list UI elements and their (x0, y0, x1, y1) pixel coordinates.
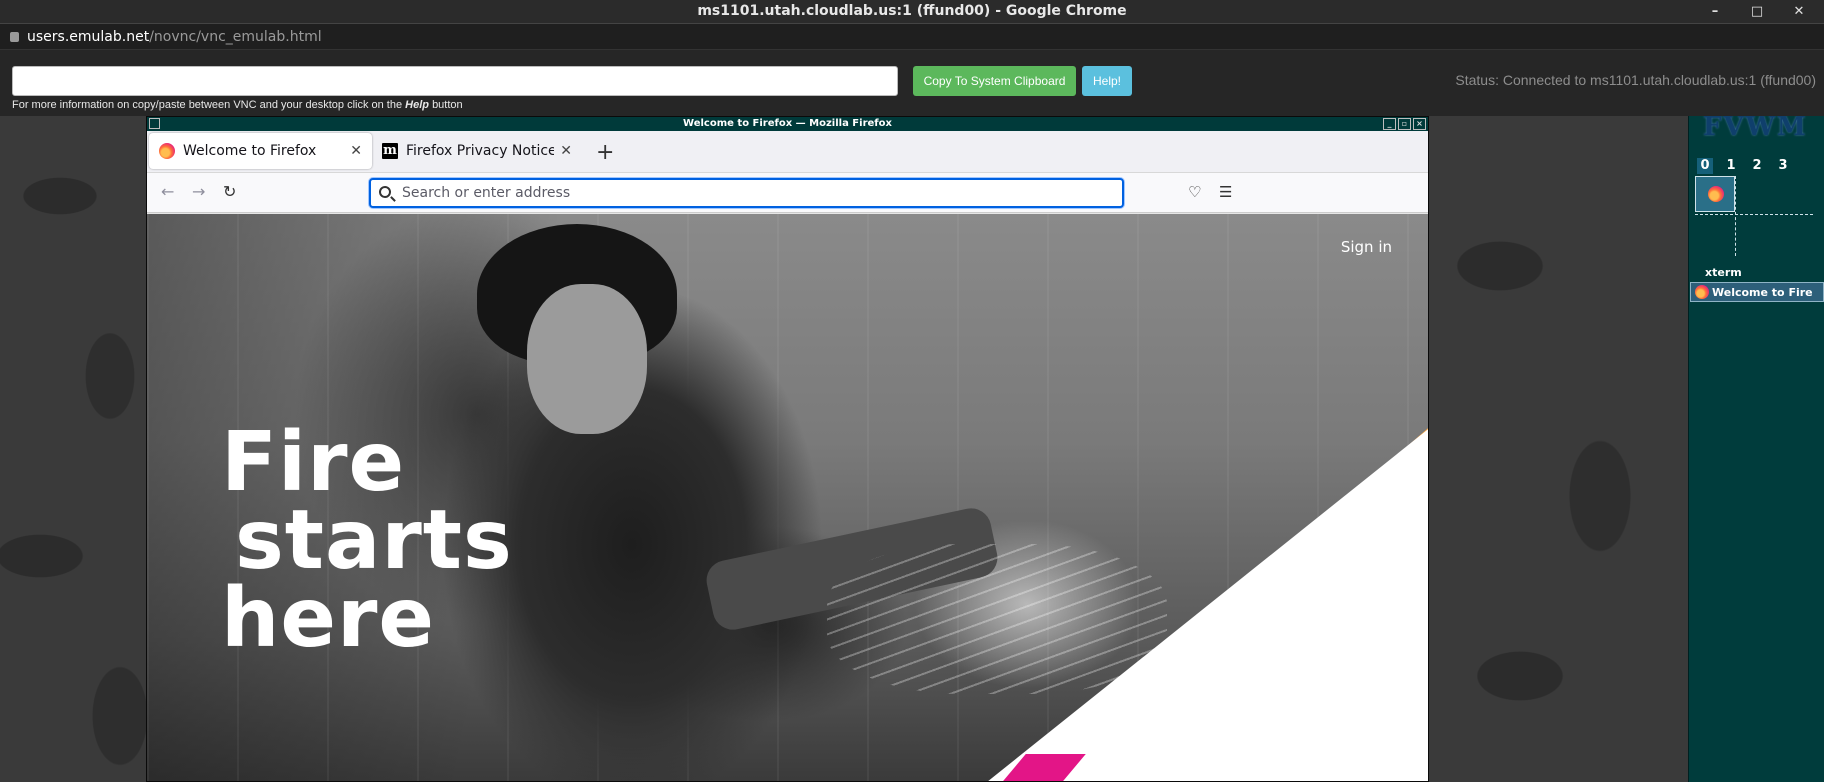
iconify-icon[interactable]: _ (1383, 118, 1396, 130)
headline-line-1: Fire (221, 415, 406, 510)
vnc-status-text: Status: Connected to ms1101.utah.cloudla… (1455, 72, 1816, 88)
lock-icon (10, 32, 19, 42)
firefox-window-titlebar[interactable]: Welcome to Firefox — Mozilla Firefox _ ▫… (147, 117, 1428, 131)
window-list-item-xterm[interactable]: xterm (1705, 266, 1742, 279)
search-icon (379, 186, 391, 198)
firefox-window-controls: _ ▫ × (1383, 118, 1426, 130)
pager[interactable] (1695, 176, 1819, 258)
maximize-icon[interactable]: □ (1750, 1, 1764, 23)
sign-in-link[interactable]: Sign in (1341, 238, 1392, 256)
address-bar-placeholder: Search or enter address (402, 185, 571, 201)
desk-3[interactable]: 3 (1775, 158, 1791, 174)
copy-to-clipboard-button[interactable]: Copy To System Clipboard (913, 66, 1076, 96)
vnc-clipboard-input[interactable] (12, 66, 898, 96)
vnc-info-help-word: Help (405, 99, 429, 111)
remote-desktop[interactable]: Welcome to Firefox — Mozilla Firefox _ ▫… (0, 116, 1824, 782)
window-controls: – □ ✕ (1708, 0, 1806, 24)
url-path: /novnc/vnc_emulab.html (149, 29, 322, 45)
tab-welcome-to-firefox[interactable]: Welcome to Firefox ✕ (149, 133, 372, 169)
close-tab-icon[interactable]: ✕ (350, 143, 362, 159)
firefox-icon (1695, 285, 1709, 299)
minimize-icon[interactable]: – (1708, 1, 1722, 23)
mozilla-m-icon: m (382, 143, 398, 159)
chrome-window-title: ms1101.utah.cloudlab.us:1 (ffund00) - Go… (697, 3, 1127, 19)
address-bar[interactable]: Search or enter address (369, 178, 1124, 208)
tab-label: Firefox Privacy Notice — (406, 143, 555, 159)
close-icon[interactable]: ✕ (1792, 1, 1806, 23)
window-menu-icon[interactable] (149, 118, 160, 129)
vnc-info-suffix: button (432, 99, 463, 111)
pager-divider-v (1735, 176, 1736, 256)
window-list-label: Welcome to Fire (1712, 285, 1813, 299)
hero-photo-face (527, 284, 647, 434)
desk-1[interactable]: 1 (1723, 158, 1739, 174)
window-list-item-firefox[interactable]: Welcome to Fire (1690, 282, 1824, 302)
forward-arrow-icon[interactable]: → (192, 182, 205, 201)
desk-2[interactable]: 2 (1749, 158, 1765, 174)
firefox-nav-bar: ← → ↻ Search or enter address ♡ ☰ (147, 173, 1428, 213)
help-button[interactable]: Help! (1082, 66, 1132, 96)
tab-firefox-privacy-notice[interactable]: m Firefox Privacy Notice — ✕ (372, 133, 582, 169)
firefox-tab-strip: Welcome to Firefox ✕ m Firefox Privacy N… (147, 131, 1428, 173)
firefox-icon (1708, 186, 1724, 202)
vnc-control-bar: Copy To System Clipboard Help! Status: C… (0, 50, 1824, 116)
close-window-icon[interactable]: × (1413, 118, 1426, 130)
firefox-window-title: Welcome to Firefox — Mozilla Firefox (683, 118, 892, 129)
tab-label: Welcome to Firefox (183, 143, 317, 159)
white-accent-shape (947, 414, 1428, 781)
maximize-window-icon[interactable]: ▫ (1398, 118, 1411, 130)
fvwm-panel: FVWM 0 1 2 3 xterm Welcome to Fire (1688, 116, 1824, 782)
close-tab-icon[interactable]: ✕ (560, 143, 572, 159)
pocket-icon[interactable]: ♡ (1188, 183, 1201, 201)
reload-icon[interactable]: ↻ (223, 182, 236, 201)
pager-active-page[interactable] (1695, 176, 1735, 212)
firefox-icon (159, 143, 175, 159)
url-host: users.emulab.net (27, 29, 150, 45)
headline-line-2: starts (235, 493, 513, 588)
vnc-info-prefix: For more information on copy/paste betwe… (12, 99, 403, 111)
hamburger-menu-icon[interactable]: ☰ (1219, 183, 1232, 201)
hero-headline: Fire starts here (221, 415, 513, 666)
firefox-window[interactable]: Welcome to Firefox — Mozilla Firefox _ ▫… (146, 116, 1429, 782)
chrome-url-bar[interactable]: users.emulab.net/novnc/vnc_emulab.html (0, 24, 1824, 50)
pager-desk-numbers: 0 1 2 3 (1697, 158, 1791, 174)
new-tab-button[interactable]: + (596, 142, 614, 164)
pager-divider-h (1695, 214, 1813, 215)
chrome-title-bar: ms1101.utah.cloudlab.us:1 (ffund00) - Go… (0, 0, 1824, 24)
headline-line-3: here (221, 571, 436, 666)
vnc-info-text: For more information on copy/paste betwe… (12, 99, 463, 111)
fvwm-logo: FVWM (1703, 116, 1808, 142)
desk-0[interactable]: 0 (1697, 158, 1713, 174)
welcome-hero: Fire starts here Sign in (147, 214, 1428, 781)
back-arrow-icon[interactable]: ← (161, 182, 174, 201)
